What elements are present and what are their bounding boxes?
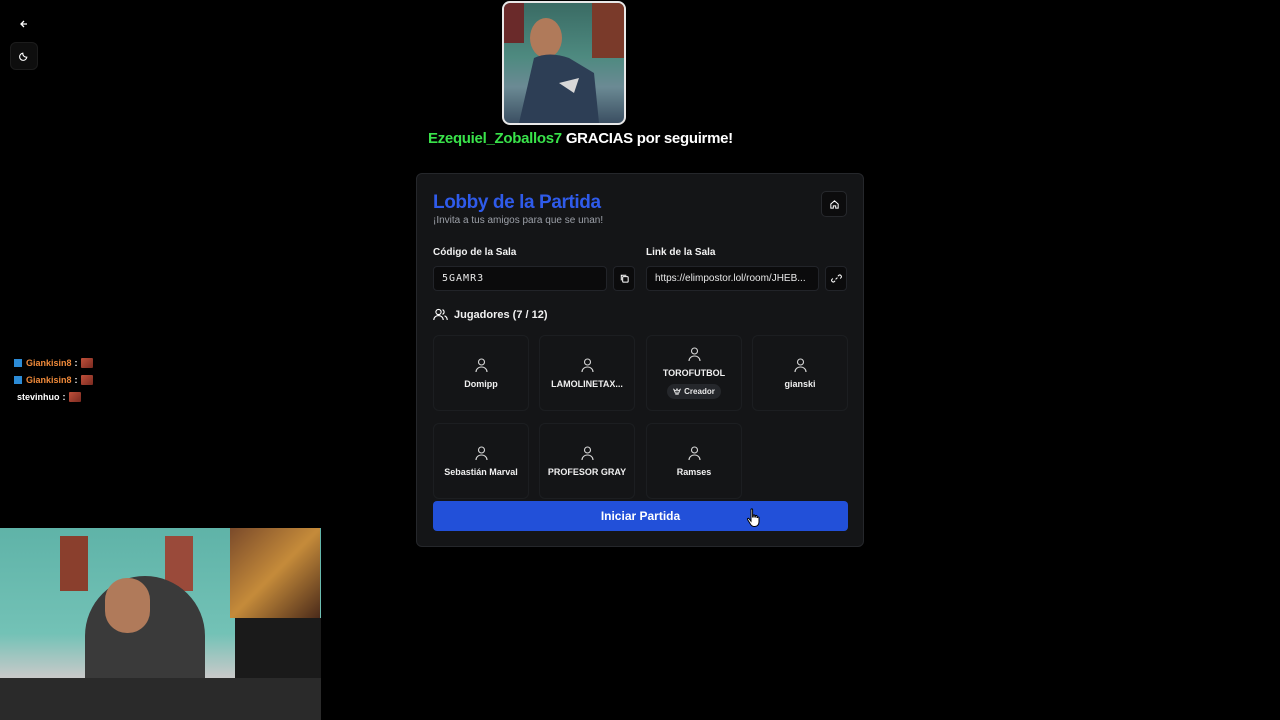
alert-message: GRACIAS por seguirme! (565, 130, 733, 147)
hand-cursor-icon (746, 508, 760, 527)
prime-badge-icon (14, 375, 22, 384)
player-card: TOROFUTBOL Creador (646, 335, 742, 411)
players-heading: Jugadores (7 / 12) (433, 308, 548, 321)
back-button[interactable] (10, 10, 38, 38)
chat-username: Giankisin8 (26, 357, 72, 368)
copy-code-button[interactable] (613, 266, 635, 291)
player-card: Sebastián Marval (433, 423, 529, 499)
emote-icon (68, 391, 81, 402)
moon-icon (19, 52, 28, 61)
home-button[interactable] (821, 191, 847, 217)
player-name: Sebastián Marval (444, 466, 518, 477)
crown-icon (673, 388, 682, 395)
chat-username: Giankisin8 (26, 374, 72, 385)
emote-icon (80, 357, 93, 368)
user-icon (687, 347, 701, 362)
lobby-panel: Lobby de la Partida ¡Invita a tus amigos… (416, 173, 864, 547)
copy-link-button[interactable] (825, 266, 847, 291)
user-icon (580, 357, 594, 372)
chat-overlay: Giankisin8 : Giankisin8 : stevinhuo : (14, 354, 93, 405)
streamer-head (105, 578, 150, 633)
desk (0, 678, 321, 720)
chat-username: stevinhuo (17, 391, 60, 402)
page-subtitle: ¡Invita a tus amigos para que se unan! (433, 215, 604, 226)
emote-icon (80, 374, 93, 385)
theme-toggle-button[interactable] (10, 42, 38, 70)
prime-badge-icon (14, 358, 22, 367)
player-card: Ramses (646, 423, 742, 499)
arrow-left-icon (20, 20, 27, 28)
player-name: PROFESOR GRAY (547, 466, 627, 477)
link-icon (830, 274, 842, 283)
player-name: TOROFUTBOL (662, 368, 726, 378)
alert-username: Ezequiel_Zoballos7 (428, 130, 562, 147)
user-icon (474, 445, 488, 460)
player-name: Ramses (676, 466, 712, 477)
start-game-button[interactable]: Iniciar Partida (433, 501, 848, 531)
chat-line: Giankisin8 : (14, 354, 93, 371)
player-card: LAMOLINETAX... (539, 335, 635, 411)
webcam-overlay (0, 528, 321, 720)
player-card: gianski (752, 335, 848, 411)
player-name: gianski (784, 378, 816, 389)
home-icon (829, 199, 839, 209)
user-icon (793, 357, 807, 372)
user-icon (474, 357, 488, 372)
player-card: Domipp (433, 335, 529, 411)
room-link-label: Link de la Sala (646, 247, 716, 258)
copy-icon (620, 274, 629, 283)
chat-line: stevinhuo : (14, 388, 93, 405)
creator-badge-label: Creador (684, 387, 715, 396)
follow-alert-text: Ezequiel_Zoballos7 GRACIAS por seguirme! (428, 130, 733, 147)
user-icon (687, 445, 701, 460)
chat-line: Giankisin8 : (14, 371, 93, 388)
users-icon (433, 308, 448, 321)
room-link-field[interactable]: https://elimpostor.lol/room/JHEB... (646, 266, 819, 291)
user-icon (580, 445, 594, 460)
creator-badge: Creador (667, 384, 721, 399)
room-code-label: Código de la Sala (433, 247, 517, 258)
wall-poster (60, 536, 88, 591)
player-name: LAMOLINETAX... (551, 378, 623, 389)
player-name: Domipp (464, 378, 498, 389)
room-code-field[interactable]: 5GAMR3 (433, 266, 607, 291)
alert-image (502, 1, 626, 125)
player-card: PROFESOR GRAY (539, 423, 635, 499)
players-count-label: Jugadores (7 / 12) (454, 308, 548, 321)
wall-poster (230, 528, 320, 618)
page-title: Lobby de la Partida (433, 192, 601, 213)
